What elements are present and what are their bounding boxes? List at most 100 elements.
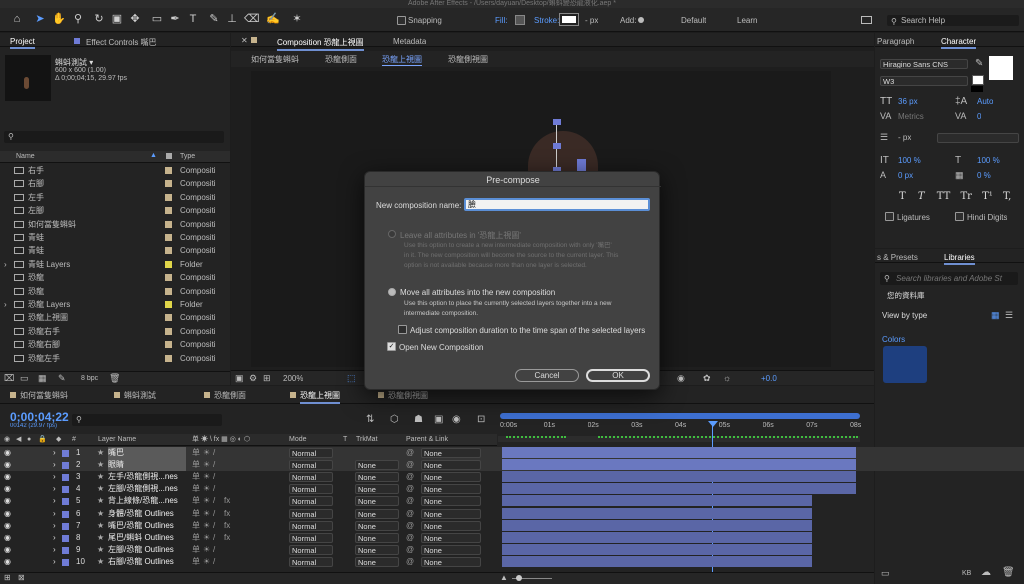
cancel-button[interactable]: Cancel [515, 369, 579, 382]
chevron-right-icon[interactable]: › [53, 556, 56, 568]
camera-tool-icon[interactable]: ▣ [110, 12, 124, 26]
shy-switch-icon[interactable]: 单 [192, 508, 200, 520]
home-icon[interactable]: ⌂ [10, 12, 24, 26]
shy-switch-icon[interactable]: 单 [192, 447, 200, 459]
shy-switch-icon[interactable]: 单 [192, 520, 200, 532]
project-item[interactable]: › 恐龍 Layers Folder [0, 298, 228, 311]
shy-switch-icon[interactable]: 单 [192, 556, 200, 568]
pick-whip-icon[interactable]: @ [406, 532, 414, 544]
layer-duration-bar[interactable] [502, 555, 812, 567]
parent-select[interactable]: None [421, 544, 481, 555]
chevron-right-icon[interactable]: › [53, 532, 56, 544]
label-swatch[interactable] [62, 558, 69, 566]
tab-libraries[interactable]: Libraries [944, 253, 975, 265]
ok-button[interactable]: OK [586, 369, 650, 382]
mode-select[interactable]: Normal [289, 448, 333, 458]
exposure-value[interactable]: +0.0 [761, 374, 777, 383]
timeline-layer-row[interactable]: ◉ › 6 ★ 身體/恐龍 Outlines 单 ☀ / fx Normal None @ None [0, 507, 1024, 520]
label-swatch[interactable] [165, 167, 172, 174]
layer-name[interactable]: 左手/恐龍側視...nes [108, 471, 186, 483]
add-dropdown-icon[interactable] [638, 17, 644, 23]
label-swatch[interactable] [62, 450, 69, 457]
mode-select[interactable]: Normal [289, 520, 333, 531]
library-color-swatch[interactable] [883, 346, 927, 383]
grid-view-icon[interactable]: ▦ [991, 310, 1000, 321]
collapse-switch-icon[interactable]: ☀ [203, 483, 210, 495]
eraser-tool-icon[interactable]: ⌫ [244, 12, 260, 26]
workspace-learn[interactable]: Learn [737, 16, 757, 25]
project-item[interactable]: 青蛙 Compositi [0, 231, 228, 244]
tab-character[interactable]: Character [941, 37, 977, 49]
collapse-switch-icon[interactable]: ☀ [203, 495, 210, 507]
trkmat-select[interactable]: None [355, 556, 399, 567]
open-new-comp-checkbox[interactable]: ✓ [387, 342, 396, 351]
breadcrumb-item-active[interactable]: 恐龍上視圖 [382, 54, 422, 66]
superscript-button[interactable]: T¹ [982, 191, 993, 202]
transparency-grid-icon[interactable]: ⬚ [347, 373, 356, 384]
trkmat-select[interactable]: None [355, 484, 399, 495]
mode-select[interactable]: Normal [289, 532, 333, 543]
tab-timeline-comp[interactable]: 蝌蚪測試 [124, 390, 156, 401]
parent-select[interactable]: None [421, 556, 481, 567]
font-family-select[interactable]: Hiragino Sans CNS [880, 59, 968, 69]
workspace-default[interactable]: Default [681, 16, 706, 25]
zoom-out-icon[interactable]: ▲ [500, 573, 508, 582]
zoom-tool-icon[interactable]: ⚲ [71, 12, 85, 26]
tracking-value[interactable]: 0 [977, 112, 981, 121]
draft-3d-icon[interactable]: ⬡ [390, 414, 399, 425]
fx-switch-icon[interactable]: fx [224, 520, 230, 532]
stroke-width-value[interactable]: - px [898, 133, 911, 142]
parent-select[interactable]: None [421, 532, 481, 543]
sync-settings-icon[interactable] [861, 16, 872, 24]
label-swatch[interactable] [165, 220, 172, 228]
project-item[interactable]: 恐龍右腳 Compositi [0, 338, 228, 351]
tab-timeline-comp[interactable]: 恐龍側面 [214, 390, 246, 401]
project-item[interactable]: 左腳 Compositi [0, 204, 228, 217]
label-swatch[interactable] [165, 301, 172, 308]
quality-switch-icon[interactable]: / [213, 483, 215, 495]
playhead-handle[interactable] [708, 421, 718, 427]
puppet-pin-tool-icon[interactable]: ✶ [290, 12, 304, 26]
pick-whip-icon[interactable]: @ [406, 556, 414, 568]
mode-select[interactable]: Normal [289, 556, 333, 567]
project-item[interactable]: 恐龍左手 Compositi [0, 352, 228, 365]
breadcrumb-item[interactable]: 如何當隻蝌蚪 [251, 54, 299, 65]
layer-name[interactable]: 身體/恐龍 Outlines [108, 508, 186, 520]
label-swatch[interactable] [62, 462, 69, 470]
cloud-icon[interactable]: ☁ [981, 567, 991, 578]
sort-icon[interactable]: ▲ [150, 152, 157, 159]
trkmat-col[interactable]: TrkMat [356, 434, 378, 446]
tab-metadata[interactable]: Metadata [393, 37, 426, 46]
layer-name[interactable]: 尾巴/蝌蚪 Outlines [108, 532, 186, 544]
work-area-bar[interactable] [500, 413, 860, 419]
shy-switch-icon[interactable]: 单 [192, 495, 200, 507]
zoom-slider-thumb[interactable] [516, 575, 522, 581]
visibility-eye-icon[interactable]: ◉ [4, 532, 11, 544]
fx-switch-icon[interactable]: fx [224, 495, 230, 507]
leave-attributes-radio[interactable] [388, 230, 396, 238]
horizontal-scale-value[interactable]: 100 % [977, 156, 1000, 165]
motion-blur-icon[interactable]: ◉ [452, 414, 461, 425]
collapse-switch-icon[interactable]: ☀ [203, 520, 210, 532]
parent-select[interactable]: None [421, 496, 481, 507]
trash-icon[interactable]: 🗑 [109, 373, 120, 384]
label-swatch[interactable] [165, 193, 172, 201]
shy-switch-icon[interactable]: 单 [192, 483, 200, 495]
trkmat-select[interactable]: None [355, 508, 399, 519]
pick-whip-icon[interactable]: @ [406, 495, 414, 507]
tab-timeline-comp[interactable]: 恐龍側視圖 [388, 390, 428, 401]
layer-duration-bar[interactable] [502, 507, 812, 519]
mode-select[interactable]: Normal [289, 460, 333, 471]
library-select[interactable]: 您的資料庫 [885, 291, 1019, 301]
mode-col[interactable]: Mode [289, 434, 307, 446]
visibility-eye-icon[interactable]: ◉ [4, 544, 11, 556]
timeline-layer-row[interactable]: ◉ › 4 ★ 左腳/恐龍側視...nes 单 ☀ / Normal None @ None [0, 483, 1024, 495]
chevron-right-icon[interactable]: › [4, 258, 7, 271]
clone-stamp-tool-icon[interactable]: ⊥ [225, 12, 239, 26]
shy-layers-icon[interactable]: ☗ [414, 414, 423, 425]
toggle-switches-icon[interactable]: ⊞ [4, 573, 11, 582]
parent-select[interactable]: None [421, 448, 481, 458]
frame-blending-icon[interactable]: ▣ [434, 414, 443, 425]
bpc-label[interactable]: 8 bpc [81, 375, 98, 382]
parent-select[interactable]: None [421, 472, 481, 483]
